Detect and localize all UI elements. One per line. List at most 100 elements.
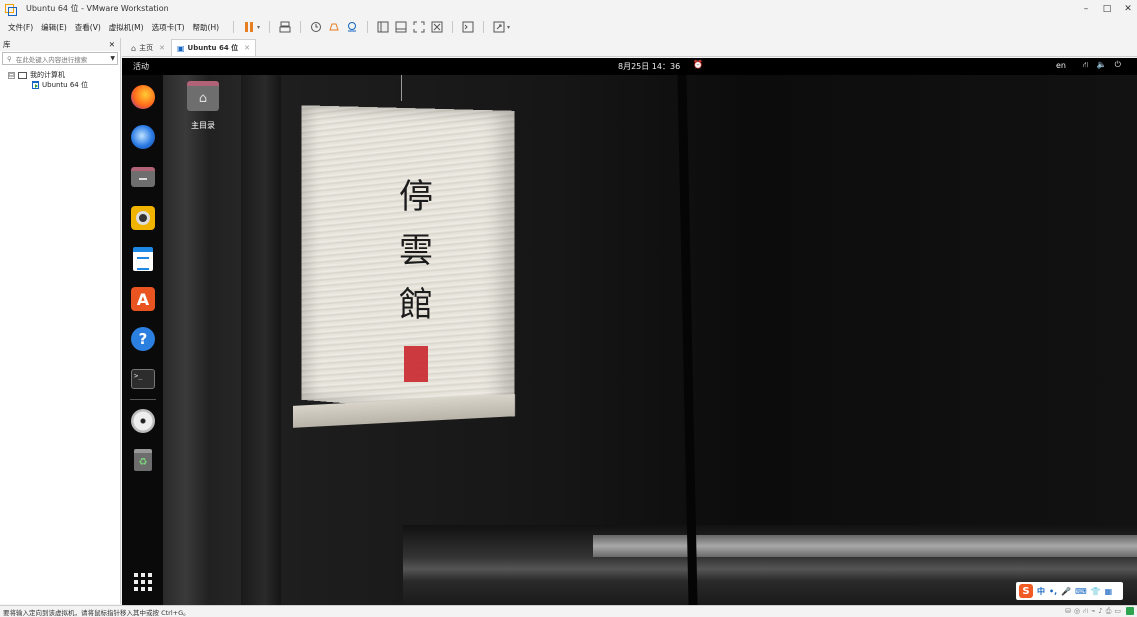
- device-status-icons: ⛁ ◎ ⛙ ⌁ ♪ ⎙ ▭: [1065, 607, 1121, 616]
- dock-help[interactable]: ?: [130, 326, 156, 352]
- tree-item-ubuntu[interactable]: Ubuntu 64 位: [0, 80, 120, 90]
- dock-show-apps[interactable]: [130, 569, 156, 595]
- ime-keyboard-icon[interactable]: ⌨: [1075, 587, 1087, 596]
- dock-thunderbird[interactable]: [130, 124, 156, 150]
- ime-voice-icon[interactable]: 🎤: [1061, 587, 1071, 596]
- sound-icon[interactable]: ♪: [1098, 607, 1102, 616]
- vm-icon: ▣: [177, 44, 185, 53]
- menu-view[interactable]: 查看(V): [75, 22, 101, 33]
- lantern-cord: [401, 75, 402, 101]
- ubuntu-dock: A ? >_ ♻: [122, 75, 163, 605]
- vm-console[interactable]: 停 雲 館 活动 8月25日 14：36 ⏰ en ⛙ 🔈 ⏻ A ? >_ ♻: [122, 58, 1137, 605]
- toolbar-separator: [300, 21, 301, 33]
- alarm-icon: ⏰: [693, 60, 703, 69]
- stretch-dropdown-icon[interactable]: ▾: [507, 24, 510, 31]
- dock-terminal[interactable]: >_: [130, 366, 156, 392]
- thumbnail-view-icon[interactable]: [395, 21, 407, 33]
- maximize-button[interactable]: □: [1102, 4, 1112, 14]
- ime-punctuation-icon[interactable]: •,: [1049, 587, 1057, 596]
- snapshot-icon[interactable]: [310, 21, 322, 33]
- sogou-logo-icon[interactable]: S: [1019, 584, 1033, 598]
- menu-bar: 文件(F) 编辑(E) 查看(V) 虚拟机(M) 选项卡(T) 帮助(H) ▾ …: [0, 17, 1137, 37]
- activities-button[interactable]: 活动: [133, 61, 149, 72]
- ime-toolbar[interactable]: S 中 •, 🎤 ⌨ 👕 ▦: [1016, 582, 1123, 600]
- message-log-icon[interactable]: [1126, 607, 1134, 615]
- lantern-char: 停: [396, 170, 436, 224]
- ime-menu-icon[interactable]: ▦: [1105, 587, 1113, 596]
- dock-trash[interactable]: ♻: [130, 447, 156, 473]
- tree-item-my-computer[interactable]: ⊟ 我的计算机: [0, 70, 120, 80]
- desktop-wallpaper: 停 雲 館: [163, 75, 1137, 605]
- wallpaper-light: [593, 535, 1137, 557]
- send-ctrl-alt-del-icon[interactable]: [279, 21, 291, 33]
- dock-writer[interactable]: [130, 246, 156, 272]
- dock-software[interactable]: A: [130, 286, 156, 312]
- red-seal-stamp: [404, 346, 428, 382]
- close-icon[interactable]: ✕: [244, 44, 250, 52]
- vmware-logo-icon: [5, 4, 16, 14]
- ubuntu-software-icon: A: [131, 287, 155, 311]
- tab-label: Ubuntu 64 位: [188, 43, 239, 53]
- title-bar: Ubuntu 64 位 - VMware Workstation – □ ✕: [0, 0, 1137, 17]
- input-source-indicator[interactable]: en: [1056, 61, 1066, 70]
- files-icon: [131, 167, 155, 187]
- pause-dropdown-icon[interactable]: ▾: [257, 24, 260, 31]
- printer-icon[interactable]: ⎙: [1106, 607, 1112, 616]
- console-view-icon[interactable]: [462, 21, 474, 33]
- usb-icon[interactable]: ⌁: [1091, 607, 1095, 616]
- search-dropdown-icon[interactable]: ▼: [110, 55, 115, 62]
- menu-file[interactable]: 文件(F): [8, 22, 33, 33]
- menu-vm[interactable]: 虚拟机(M): [109, 22, 144, 33]
- library-tree: ⊟ 我的计算机 Ubuntu 64 位: [0, 66, 120, 90]
- fullscreen-icon[interactable]: [413, 21, 425, 33]
- dock-rhythmbox[interactable]: [130, 205, 156, 231]
- tree-item-label: 我的计算机: [30, 70, 65, 80]
- dock-dvd[interactable]: [130, 408, 156, 434]
- snapshot-manager-icon[interactable]: [346, 21, 358, 33]
- sidebar-view-icon[interactable]: [377, 21, 389, 33]
- toolbar-separator: [269, 21, 270, 33]
- dock-files[interactable]: [130, 164, 156, 190]
- pause-icon[interactable]: [243, 21, 255, 33]
- tab-home[interactable]: ⌂ 主页 ✕: [125, 39, 171, 56]
- show-apps-icon: [134, 573, 152, 591]
- library-panel: 库 ✕ ⚲ 在此处键入内容进行搜索 ▼ ⊟ 我的计算机 Ubuntu 64 位: [0, 38, 121, 604]
- menu-tabs[interactable]: 选项卡(T): [152, 22, 185, 33]
- tree-item-label: Ubuntu 64 位: [42, 80, 88, 90]
- firefox-icon: [131, 85, 155, 109]
- home-folder-icon[interactable]: ⌂: [187, 81, 219, 111]
- library-close-button[interactable]: ✕: [109, 40, 115, 49]
- ime-chinese-mode[interactable]: 中: [1037, 586, 1045, 597]
- close-icon[interactable]: ✕: [159, 44, 165, 52]
- paper-lantern: 停 雲 館: [293, 100, 513, 422]
- network-icon: ⛙: [1083, 60, 1089, 70]
- tab-ubuntu[interactable]: ▣ Ubuntu 64 位 ✕: [171, 39, 256, 56]
- toolbar-separator: [367, 21, 368, 33]
- gnome-top-bar: 活动 8月25日 14：36 ⏰ en ⛙ 🔈 ⏻: [122, 58, 1137, 75]
- search-icon: ⚲: [7, 55, 12, 63]
- stretch-view-icon[interactable]: [493, 21, 505, 33]
- cd-icon[interactable]: ◎: [1074, 607, 1080, 616]
- clock[interactable]: 8月25日 14：36: [618, 61, 680, 72]
- ime-skin-icon[interactable]: 👕: [1091, 587, 1101, 596]
- menu-edit[interactable]: 编辑(E): [41, 22, 67, 33]
- menu-help[interactable]: 帮助(H): [193, 22, 220, 33]
- lantern-calligraphy: 停 雲 館: [396, 170, 436, 332]
- minimize-button[interactable]: –: [1081, 4, 1091, 14]
- wallpaper-pillar: [241, 75, 281, 605]
- dock-firefox[interactable]: [130, 84, 156, 110]
- hdd-icon[interactable]: ⛁: [1065, 607, 1071, 616]
- terminal-icon: >_: [131, 369, 155, 389]
- trash-icon: ♻: [134, 449, 152, 471]
- lantern-char: 雲: [396, 224, 436, 278]
- unity-icon[interactable]: [431, 21, 443, 33]
- status-bar: 要将输入定向到该虚拟机，请将鼠标指针移入其中或按 Ctrl+G。 ⛁ ◎ ⛙ ⌁…: [0, 605, 1137, 617]
- library-search-input[interactable]: ⚲ 在此处键入内容进行搜索 ▼: [2, 52, 118, 65]
- close-button[interactable]: ✕: [1123, 4, 1133, 14]
- display-icon[interactable]: ▭: [1114, 607, 1121, 616]
- system-tray[interactable]: ⛙ 🔈 ⏻: [1083, 60, 1121, 70]
- network-icon[interactable]: ⛙: [1083, 607, 1088, 616]
- home-folder-label[interactable]: 主目录: [178, 120, 228, 131]
- revert-snapshot-icon[interactable]: [328, 21, 340, 33]
- collapse-icon[interactable]: ⊟: [8, 72, 15, 79]
